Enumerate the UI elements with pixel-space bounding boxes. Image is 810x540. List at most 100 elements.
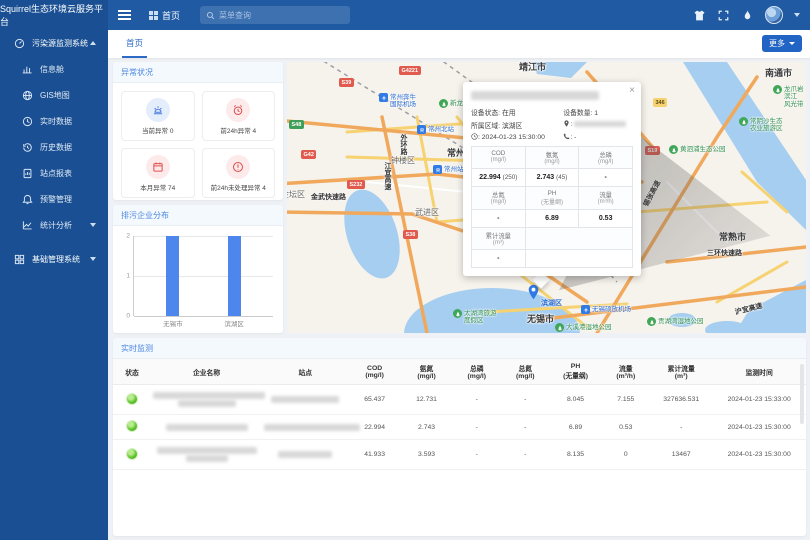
breadcrumb-label: 首页 bbox=[162, 9, 180, 22]
gauge-icon bbox=[14, 38, 25, 49]
road-shield-S39: S39 bbox=[339, 78, 354, 87]
column-header-站点: 站点 bbox=[262, 359, 349, 385]
alarm-clock-icon bbox=[226, 98, 250, 122]
site-marker-pin[interactable] bbox=[527, 284, 540, 305]
calendar-icon bbox=[146, 155, 170, 179]
alert-icon bbox=[22, 194, 33, 205]
theme-skin-icon[interactable] bbox=[693, 9, 706, 22]
sidebar-item-4[interactable]: 历史数据 bbox=[0, 134, 108, 160]
road-shield-G4221: G4221 bbox=[399, 66, 421, 75]
table-cell: 327636.531 bbox=[650, 385, 712, 415]
tree-poi-icon bbox=[439, 99, 448, 108]
menu-search[interactable] bbox=[200, 6, 350, 24]
sidebar-item-0[interactable]: 污染源监测系统 bbox=[0, 30, 108, 56]
device-count: 设备数量: 1 bbox=[563, 107, 633, 117]
table-cell: 65.437 bbox=[349, 385, 401, 415]
bar-无锡市 bbox=[166, 236, 179, 316]
table-cell: 0 bbox=[602, 440, 651, 470]
sidebar-item-2[interactable]: GIS地图 bbox=[0, 82, 108, 108]
table-cell: - bbox=[453, 440, 502, 470]
sidebar-item-8[interactable]: 基础管理系统 bbox=[0, 246, 108, 272]
gis-map[interactable]: 靖江市南通市常州市无锡市常熟市钟楼区武进区金坛区金武快速路三环快速路沪宜高速外环… bbox=[287, 62, 806, 333]
abnormal-card-2[interactable]: 本月异常 74 bbox=[121, 148, 195, 198]
chevron-down-icon bbox=[789, 42, 795, 45]
search-input[interactable] bbox=[219, 11, 329, 20]
map-label-city-3: 无锡市 bbox=[527, 314, 554, 324]
plane-poi-icon bbox=[379, 93, 388, 102]
map-label-poi-17: 常阴沙生态 农业旅游区 bbox=[739, 118, 783, 133]
history-icon bbox=[22, 142, 33, 153]
abnormal-card-3[interactable]: 前24h未处理异常 4 bbox=[202, 148, 276, 198]
gridline bbox=[134, 316, 273, 317]
abnormal-card-0[interactable]: 当前异常 0 bbox=[121, 91, 195, 141]
map-label-road-9: 三环快速路 bbox=[707, 250, 742, 258]
abnormal-card-1[interactable]: 前24h异常 4 bbox=[202, 91, 276, 141]
flame-icon[interactable] bbox=[741, 9, 754, 22]
panel-title-abnormal: 异常状况 bbox=[113, 62, 283, 83]
station-name-redacted bbox=[262, 385, 349, 415]
gridline bbox=[134, 236, 273, 237]
tree-poi-icon bbox=[669, 145, 678, 154]
table-cell: - bbox=[501, 385, 550, 415]
fullscreen-icon[interactable] bbox=[717, 9, 730, 22]
search-icon bbox=[206, 11, 215, 20]
user-avatar[interactable] bbox=[765, 6, 783, 24]
report-icon bbox=[22, 168, 33, 179]
map-label-poi-23: 常州站 bbox=[433, 166, 464, 174]
warning-icon bbox=[226, 155, 250, 179]
user-menu-caret-icon[interactable] bbox=[794, 13, 800, 17]
popup-metric-value-COD: 22.994 (250) bbox=[472, 169, 526, 187]
station-name-redacted bbox=[262, 415, 349, 440]
table-cell: 6.89 bbox=[550, 415, 602, 440]
y-tick-label: 2 bbox=[120, 233, 130, 240]
breadcrumb[interactable]: 首页 bbox=[149, 9, 180, 22]
sidebar-item-1[interactable]: 信息舱 bbox=[0, 56, 108, 82]
x-tick-label: 无锡市 bbox=[163, 318, 183, 328]
table-cell: 7.155 bbox=[602, 385, 651, 415]
company-name-redacted bbox=[151, 415, 262, 440]
table-cell: 2024-01-23 15:30:00 bbox=[712, 440, 806, 470]
sidebar-item-3[interactable]: 实时数据 bbox=[0, 108, 108, 134]
column-header-PH: PH(无量纲) bbox=[550, 359, 602, 385]
popup-close-icon[interactable]: × bbox=[629, 85, 635, 96]
tab-home[interactable]: 首页 bbox=[122, 30, 147, 58]
abnormal-status-panel: 异常状况 当前异常 0前24h异常 4本月异常 74前24h未处理异常 4 bbox=[113, 62, 283, 200]
clock-icon bbox=[22, 116, 33, 127]
realtime-monitor-panel: 实时监测 状态企业名称站点COD(mg/l)氨氮(mg/l)总磷(mg/l)总氮… bbox=[113, 338, 806, 536]
map-label-poi-18: 太湖湾旅游 度假区 bbox=[453, 310, 497, 325]
table-cell: - bbox=[501, 440, 550, 470]
bars-icon bbox=[22, 64, 33, 75]
menu-toggle-icon[interactable] bbox=[118, 8, 131, 22]
y-tick-label: 1 bbox=[120, 273, 130, 280]
table-row-0[interactable]: 65.43712.731--8.0457.155327636.5312024-0… bbox=[113, 385, 806, 415]
cube-icon bbox=[14, 254, 25, 265]
map-label-road-8: 金武快速路 bbox=[311, 194, 346, 202]
popup-metric-header-氨氮: 氨氮(mg/l) bbox=[526, 147, 580, 169]
caret-up-icon bbox=[90, 41, 96, 45]
sidebar-item-7[interactable]: 统计分析 bbox=[0, 212, 108, 238]
column-header-流量: 流量(m³/h) bbox=[602, 359, 651, 385]
table-cell: - bbox=[650, 415, 712, 440]
top-bar: Squirrel生态环境云服务平台 首页 bbox=[0, 0, 810, 30]
popup-metric-value-流量: 0.53 bbox=[579, 210, 633, 228]
bar-滨湖区 bbox=[228, 236, 241, 316]
device-phone: : - bbox=[563, 133, 633, 141]
company-name-redacted bbox=[151, 385, 262, 415]
column-header-总磷: 总磷(mg/l) bbox=[453, 359, 502, 385]
sidebar-item-5[interactable]: 站点报表 bbox=[0, 160, 108, 186]
map-label-district-5: 钟楼区 bbox=[391, 156, 415, 165]
table-row-1[interactable]: 22.9942.743--6.890.53-2024-01-23 15:30:0… bbox=[113, 415, 806, 440]
map-label-district-7: 金坛区 bbox=[287, 190, 305, 199]
table-row-2[interactable]: 41.9333.593--8.1350134672024-01-23 15:30… bbox=[113, 440, 806, 470]
column-header-氨氮: 氨氮(mg/l) bbox=[401, 359, 453, 385]
popup-metric-header-累计流量: 累计流量(m³) bbox=[472, 228, 526, 250]
table-cell: 12.731 bbox=[401, 385, 453, 415]
map-label-district-6: 武进区 bbox=[415, 208, 439, 217]
sidebar-item-6[interactable]: 预警管理 bbox=[0, 186, 108, 212]
column-header-总氮: 总氮(mg/l) bbox=[501, 359, 550, 385]
table-scrollbar[interactable] bbox=[800, 364, 804, 424]
more-button[interactable]: 更多 bbox=[762, 35, 802, 52]
home-grid-icon bbox=[149, 11, 158, 20]
enterprise-distribution-panel: 排污企业分布 012无锡市滨湖区 bbox=[113, 205, 283, 333]
caret-down-icon bbox=[90, 257, 96, 261]
